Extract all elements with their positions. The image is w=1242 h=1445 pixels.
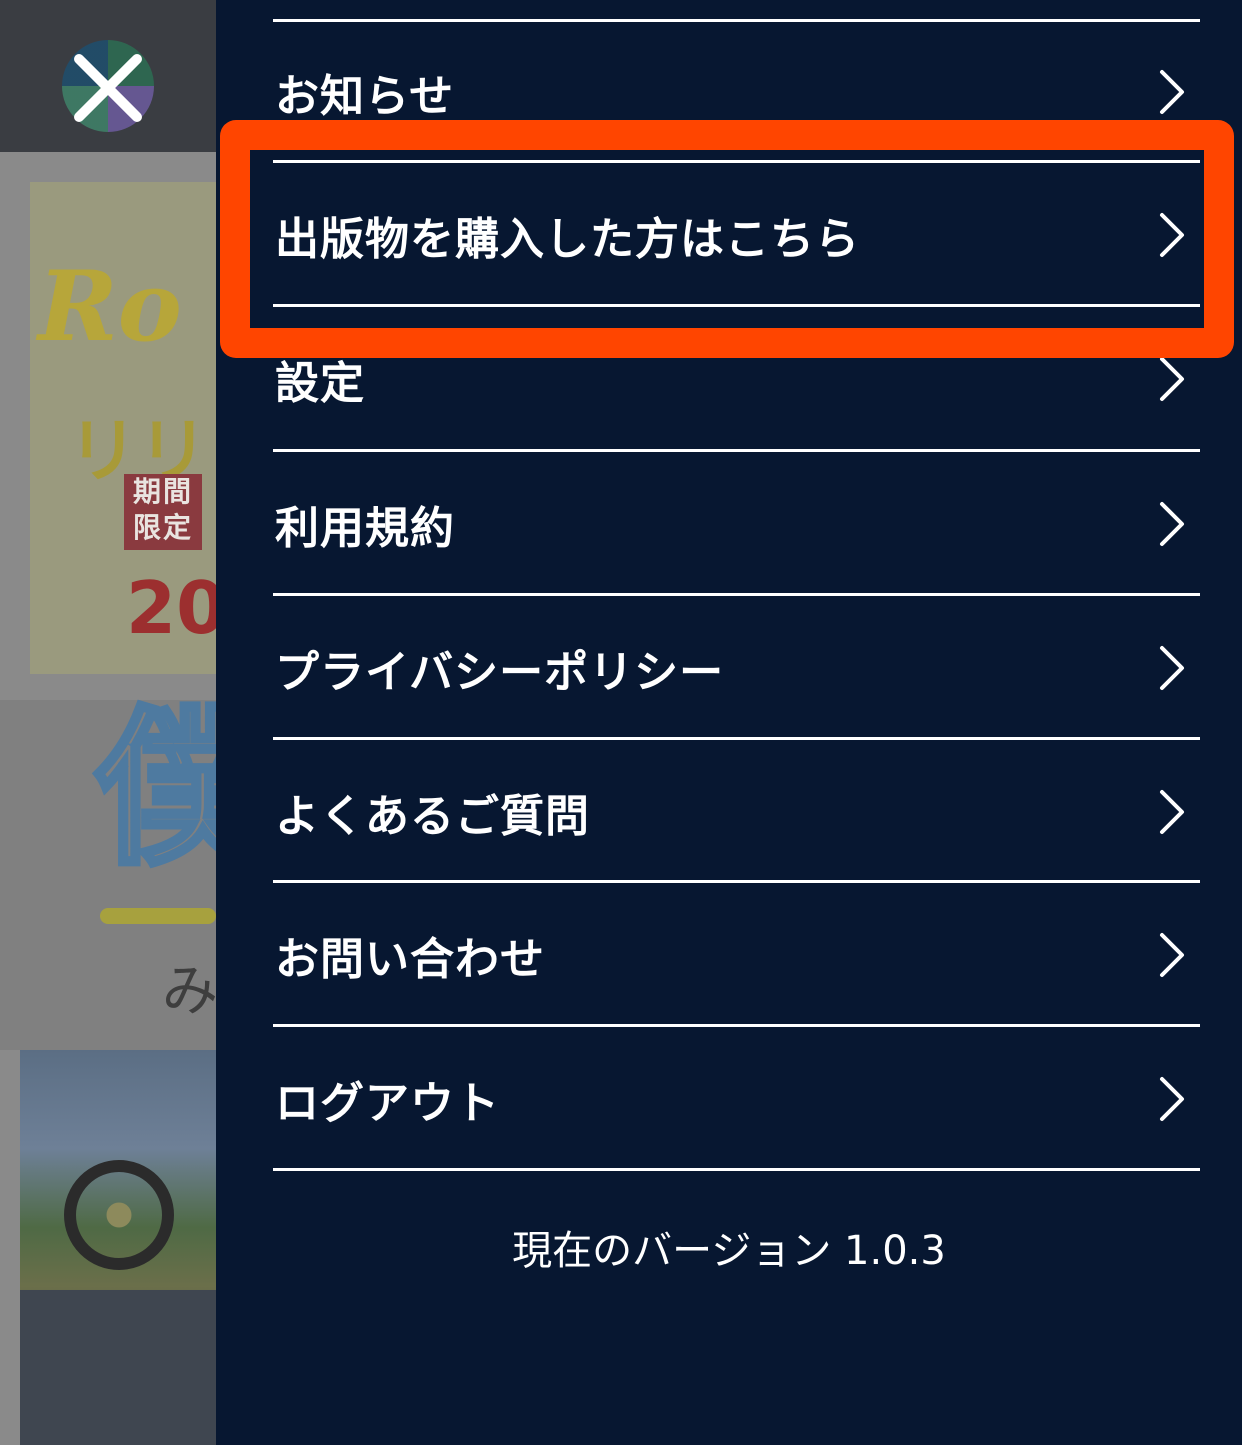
chevron-right-icon — [1160, 69, 1184, 114]
menu-item-contact[interactable]: お問い合わせ — [273, 884, 1200, 1025]
chevron-right-icon — [1160, 356, 1184, 401]
menu-divider — [273, 737, 1200, 740]
app-version: 現在のバージョン 1.0.3 — [512, 1228, 946, 1274]
chevron-right-icon — [1160, 501, 1184, 546]
chevron-right-icon — [1160, 645, 1184, 690]
menu-item-privacy-policy[interactable]: プライバシーポリシー — [273, 597, 1200, 738]
menu-item-logout[interactable]: ログアウト — [273, 1028, 1200, 1169]
banner-number-fragment: 20 — [126, 566, 216, 650]
menu-item-news[interactable]: お知らせ — [273, 21, 1200, 162]
menu-item-label: 設定 — [275, 357, 365, 409]
close-icon[interactable] — [58, 38, 158, 138]
menu-divider — [273, 304, 1200, 307]
menu-item-terms[interactable]: 利用規約 — [273, 453, 1200, 594]
menu-divider — [273, 1024, 1200, 1027]
menu-divider — [273, 593, 1200, 596]
menu-item-label: お知らせ — [275, 70, 455, 122]
menu-item-label: 利用規約 — [275, 502, 455, 554]
menu-divider — [273, 449, 1200, 452]
banner-title-fragment: Ro — [38, 250, 182, 363]
chevron-right-icon — [1160, 932, 1184, 977]
menu-item-label: ログアウト — [275, 1077, 500, 1129]
photo-building — [20, 1290, 216, 1445]
menu-item-faq[interactable]: よくあるご質問 — [273, 741, 1200, 882]
menu-divider — [273, 1168, 1200, 1171]
limited-time-badge: 期間限定 — [124, 474, 202, 550]
menu-item-settings[interactable]: 設定 — [273, 308, 1200, 449]
menu-item-label: よくあるご質問 — [275, 790, 590, 842]
chevron-right-icon — [1160, 1076, 1184, 1121]
background-app: Ro リリ 期間限定 20 僕 み — [0, 0, 216, 1445]
chevron-right-icon — [1160, 789, 1184, 834]
heading-underline — [100, 908, 216, 924]
section-heading-fragment: 僕 — [93, 691, 216, 889]
menu-item-purchased-publications[interactable]: 出版物を購入した方はこちら — [273, 164, 1200, 305]
menu-item-label: お問い合わせ — [275, 933, 545, 985]
section-subtext-fragment: み — [162, 959, 216, 1024]
menu-divider — [273, 160, 1200, 163]
menu-item-label: プライバシーポリシー — [275, 646, 725, 698]
badge-text: 期間限定 — [132, 475, 193, 544]
menu-divider — [273, 880, 1200, 883]
menu-item-label: 出版物を購入した方はこちら — [275, 213, 860, 265]
photo-wheel — [64, 1160, 174, 1270]
chevron-right-icon — [1160, 212, 1184, 257]
